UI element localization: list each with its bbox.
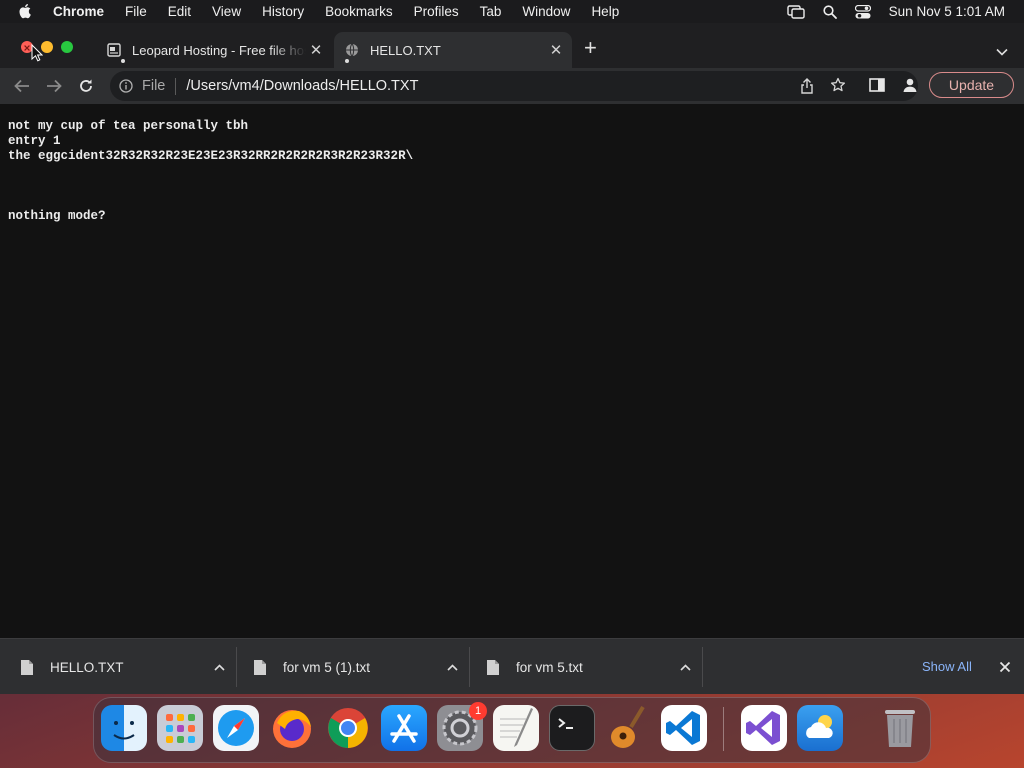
menu-view[interactable]: View [212,4,241,19]
window-maximize-button[interactable] [61,41,73,53]
document-line: nothing mode? [8,209,106,223]
mouse-cursor-icon [31,43,44,67]
menu-tab[interactable]: Tab [480,4,502,19]
document-line: the eggcident32R32R32R23E23E23R32RR2R2R2… [8,149,414,163]
show-all-downloads-link[interactable]: Show All [922,659,972,674]
tab-strip: Leopard Hosting - Free file hosting ✕ HE… [0,23,1024,68]
safari-icon[interactable] [213,705,259,751]
chevron-up-icon[interactable] [677,663,693,671]
update-button[interactable]: Update [929,72,1014,98]
download-filename: for vm 5 (1).txt [283,659,371,675]
textedit-icon[interactable] [493,705,539,751]
document-line: not my cup of tea personally tbh [8,119,249,133]
control-center-icon[interactable] [854,4,871,19]
close-downloads-bar-icon[interactable] [999,660,1011,678]
document-favicon-icon [106,42,122,58]
divider [469,647,470,687]
site-info-icon[interactable] [119,79,133,93]
share-icon[interactable] [800,78,814,99]
url-separator [175,77,177,95]
bookmark-star-icon[interactable] [830,77,846,98]
menu-chrome[interactable]: Chrome [53,4,104,19]
tab-hello-txt[interactable]: HELLO.TXT ✕ [334,32,572,68]
download-filename: for vm 5.txt [516,659,583,675]
launchpad-icon[interactable] [157,705,203,751]
chevron-up-icon[interactable] [211,663,227,671]
tab-title: Leopard Hosting - Free file hosting [132,42,306,58]
back-button[interactable] [12,76,32,96]
reload-button[interactable] [76,76,96,96]
menu-bookmarks[interactable]: Bookmarks [325,4,393,19]
visual-studio-icon[interactable] [741,705,787,751]
download-filename: HELLO.TXT [50,659,124,675]
close-tab-icon[interactable]: ✕ [306,41,326,59]
address-bar[interactable]: File /Users/vm4/Downloads/HELLO.TXT [110,71,918,101]
side-panel-icon[interactable] [869,78,885,97]
running-indicator [121,59,125,63]
download-item[interactable]: for vm 5.txt [487,639,693,694]
close-tab-icon[interactable]: ✕ [546,41,566,59]
running-indicator [345,59,349,63]
chrome-window: Leopard Hosting - Free file hosting ✕ HE… [0,23,1024,694]
divider [702,647,703,687]
trash-icon[interactable] [877,705,923,751]
terminal-icon[interactable] [549,705,595,751]
tab-leopard-hosting[interactable]: Leopard Hosting - Free file hosting ✕ [96,32,332,68]
notification-badge: 1 [469,702,487,720]
downloads-bar: HELLO.TXT for vm 5 (1).txt for vm 5.txt [0,638,1024,694]
menubar-clock[interactable]: Sun Nov 5 1:01 AM [889,4,1005,19]
divider [236,647,237,687]
tab-search-chevron-icon[interactable] [996,43,1008,61]
file-icon [21,659,35,675]
text-document-view: not my cup of tea personally tbh entry 1… [0,104,1024,638]
file-icon [487,659,501,675]
garageband-icon[interactable] [605,705,651,751]
globe-icon [344,42,360,58]
menu-edit[interactable]: Edit [168,4,191,19]
apple-icon[interactable] [19,3,35,20]
dock-separator [723,707,724,751]
menu-bar: Chrome File Edit View History Bookmarks … [0,0,1024,23]
firefox-icon[interactable] [269,705,315,751]
search-icon[interactable] [823,4,837,19]
new-tab-button[interactable]: + [584,37,597,59]
app-store-icon[interactable] [381,705,427,751]
menu-help[interactable]: Help [591,4,619,19]
browser-toolbar: File /Users/vm4/Downloads/HELLO.TXT Upda… [0,68,1024,104]
document-text: not my cup of tea personally tbh entry 1… [8,119,413,224]
menu-file[interactable]: File [125,4,147,19]
forward-button[interactable] [44,76,64,96]
download-item[interactable]: HELLO.TXT [21,639,227,694]
menu-window[interactable]: Window [522,4,570,19]
screen-mirroring-icon[interactable] [786,4,805,19]
download-item[interactable]: for vm 5 (1).txt [254,639,460,694]
chrome-icon[interactable] [325,705,371,751]
finder-icon[interactable] [101,705,147,751]
weather-icon[interactable] [797,705,843,751]
tab-title: HELLO.TXT [370,42,441,58]
url-scheme-label: File [142,78,166,94]
chevron-up-icon[interactable] [444,663,460,671]
document-line: entry 1 [8,134,61,148]
profile-avatar-icon[interactable] [902,77,918,98]
url-text[interactable]: /Users/vm4/Downloads/HELLO.TXT [186,78,418,94]
file-icon [254,659,268,675]
menu-history[interactable]: History [262,4,304,19]
menu-profiles[interactable]: Profiles [414,4,459,19]
vscode-icon[interactable] [661,705,707,751]
